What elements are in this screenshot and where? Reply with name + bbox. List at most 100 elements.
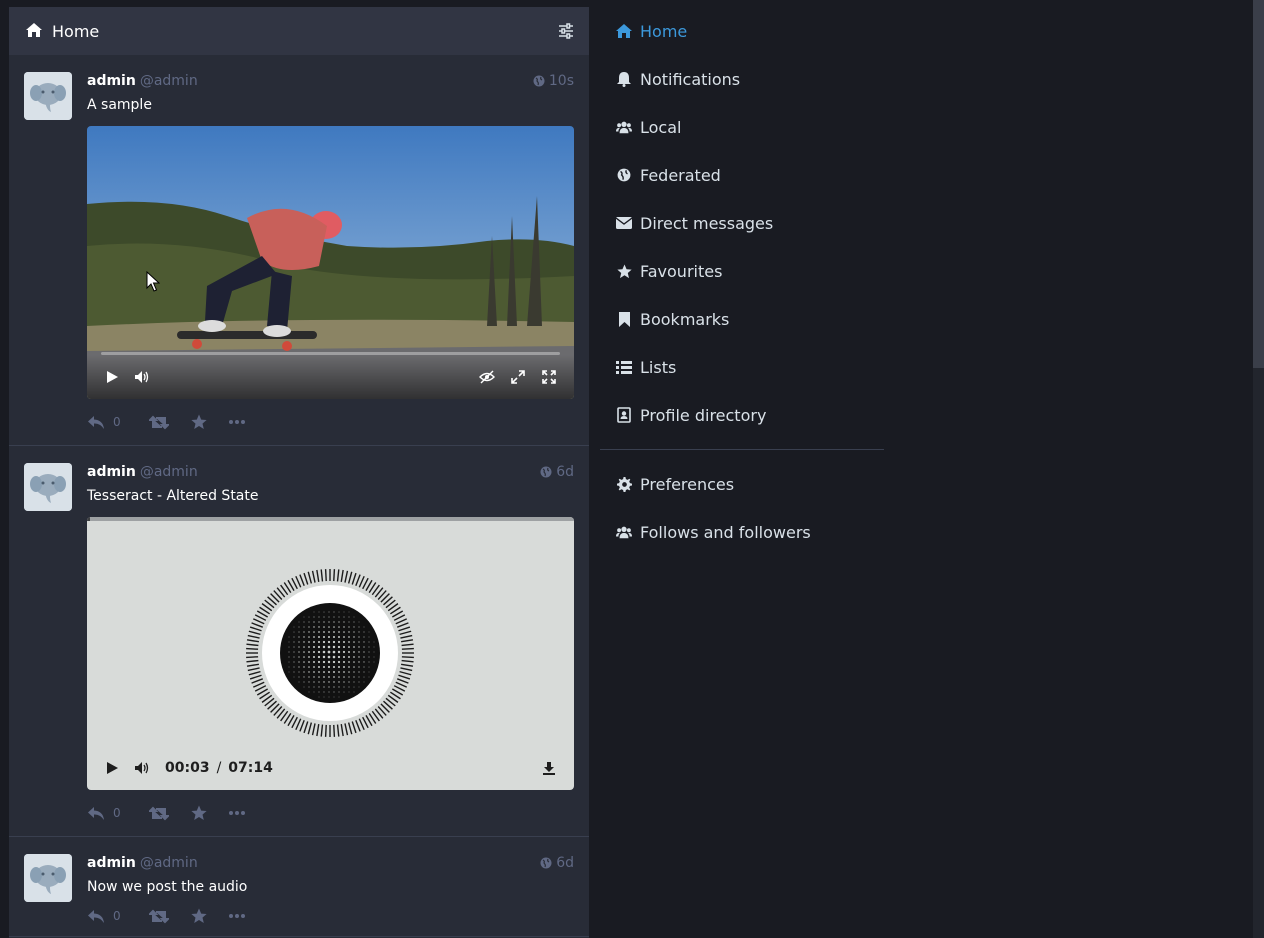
column-settings-icon[interactable] — [558, 23, 574, 39]
account-handle[interactable]: @admin — [140, 464, 198, 480]
column-title: Home — [52, 21, 100, 41]
display-name[interactable]: admin — [87, 73, 136, 89]
mastodon-elephant-icon — [24, 463, 72, 511]
download-icon[interactable] — [536, 755, 562, 781]
retweet-icon — [149, 909, 169, 923]
mastodon-elephant-icon — [24, 854, 72, 902]
page-scrollbar[interactable] — [1253, 0, 1264, 938]
status-action-bar: 0 — [87, 399, 574, 445]
avatar[interactable] — [24, 463, 72, 511]
nav-follows-and-followers-label: Follows and followers — [640, 522, 811, 542]
relative-time: 6d — [556, 855, 574, 871]
favourite-button[interactable] — [191, 414, 207, 430]
status-time[interactable]: 10s — [533, 73, 574, 89]
nav-lists[interactable]: Lists — [600, 343, 884, 391]
nav-follows-and-followers[interactable]: Follows and followers — [600, 508, 884, 556]
account-handle[interactable]: @admin — [140, 855, 198, 871]
globe-icon — [540, 857, 552, 869]
audio-controls: 00:03 / 07:14 — [99, 754, 562, 782]
reply-count: 0 — [113, 415, 121, 429]
boost-button[interactable] — [149, 806, 169, 821]
account-handle[interactable]: @admin — [140, 73, 198, 89]
volume-icon[interactable] — [129, 364, 155, 390]
nav-direct-messages[interactable]: Direct messages — [600, 199, 884, 247]
more-button[interactable] — [229, 914, 245, 918]
users-icon — [616, 524, 632, 540]
boost-button[interactable] — [149, 909, 169, 924]
display-name[interactable]: admin — [87, 855, 136, 871]
nav-lists-label: Lists — [640, 357, 677, 377]
relative-time: 6d — [556, 464, 574, 480]
ellipsis-icon — [229, 420, 245, 424]
favourite-button[interactable] — [191, 805, 207, 821]
expand-icon[interactable] — [505, 364, 531, 390]
status-action-bar: 0 — [87, 896, 574, 936]
nav-federated-label: Federated — [640, 165, 721, 185]
volume-icon[interactable] — [129, 755, 155, 781]
play-icon[interactable] — [99, 364, 125, 390]
boost-button[interactable] — [149, 415, 169, 430]
status-time[interactable]: 6d — [540, 855, 574, 871]
home-column: Home admin @admin 10s A sample 0 admin @… — [9, 7, 589, 938]
gear-icon — [616, 476, 632, 492]
status-action-bar: 0 — [87, 790, 574, 836]
status-time[interactable]: 6d — [540, 464, 574, 480]
star-icon — [191, 805, 207, 820]
reply-button[interactable]: 0 — [87, 415, 129, 430]
display-name[interactable]: admin — [87, 464, 136, 480]
scrollbar-thumb[interactable] — [1253, 0, 1264, 368]
status-content: A sample — [87, 97, 152, 113]
reply-icon — [88, 415, 104, 429]
reply-button[interactable]: 0 — [87, 909, 129, 924]
reply-count: 0 — [113, 909, 121, 923]
status-content: Now we post the audio — [87, 879, 248, 895]
retweet-icon — [149, 806, 169, 820]
nav-profile-directory[interactable]: Profile directory — [600, 391, 884, 439]
video-player[interactable] — [87, 126, 574, 399]
globe-icon — [533, 75, 545, 87]
star-icon — [191, 414, 207, 429]
navigation-panel: Home Notifications Local Federated Direc… — [600, 7, 884, 556]
more-button[interactable] — [229, 420, 245, 424]
audio-player[interactable]: 00:03 / 07:14 — [87, 517, 574, 790]
nav-bookmarks[interactable]: Bookmarks — [600, 295, 884, 343]
bookmark-icon — [616, 311, 632, 327]
home-icon — [26, 22, 42, 41]
users-icon — [616, 119, 632, 135]
status-content: Tesseract - Altered State — [87, 488, 259, 504]
bell-icon — [616, 71, 632, 87]
nav-favourites[interactable]: Favourites — [600, 247, 884, 295]
audio-visualizer — [246, 569, 414, 737]
envelope-icon — [616, 215, 632, 231]
nav-direct-messages-label: Direct messages — [640, 213, 774, 233]
status-item[interactable]: admin @admin 6d Tesseract - Altered Stat… — [9, 446, 589, 837]
nav-bookmarks-label: Bookmarks — [640, 309, 730, 329]
nav-divider — [600, 449, 884, 450]
nav-notifications-label: Notifications — [640, 69, 741, 89]
fullscreen-icon[interactable] — [536, 364, 562, 390]
nav-local[interactable]: Local — [600, 103, 884, 151]
hide-media-icon[interactable] — [474, 364, 500, 390]
ellipsis-icon — [229, 914, 245, 918]
audio-time-separator: / — [216, 760, 222, 776]
nav-preferences[interactable]: Preferences — [600, 460, 884, 508]
audio-current-time: 00:03 — [165, 760, 210, 776]
avatar[interactable] — [24, 72, 72, 120]
status-item[interactable]: admin @admin 10s A sample 0 — [9, 55, 589, 446]
address-book-icon — [616, 407, 632, 423]
nav-federated[interactable]: Federated — [600, 151, 884, 199]
ellipsis-icon — [229, 811, 245, 815]
reply-icon — [88, 909, 104, 923]
nav-notifications[interactable]: Notifications — [600, 55, 884, 103]
nav-home-label: Home — [640, 21, 688, 41]
status-item[interactable]: admin @admin 6d Now we post the audio 0 — [9, 837, 589, 937]
avatar[interactable] — [24, 854, 72, 902]
reply-button[interactable]: 0 — [87, 806, 129, 821]
nav-home[interactable]: Home — [600, 7, 884, 55]
favourite-button[interactable] — [191, 908, 207, 924]
play-icon[interactable] — [99, 755, 125, 781]
reply-count: 0 — [113, 806, 121, 820]
more-button[interactable] — [229, 811, 245, 815]
nav-preferences-label: Preferences — [640, 474, 735, 494]
column-header[interactable]: Home — [9, 7, 589, 55]
